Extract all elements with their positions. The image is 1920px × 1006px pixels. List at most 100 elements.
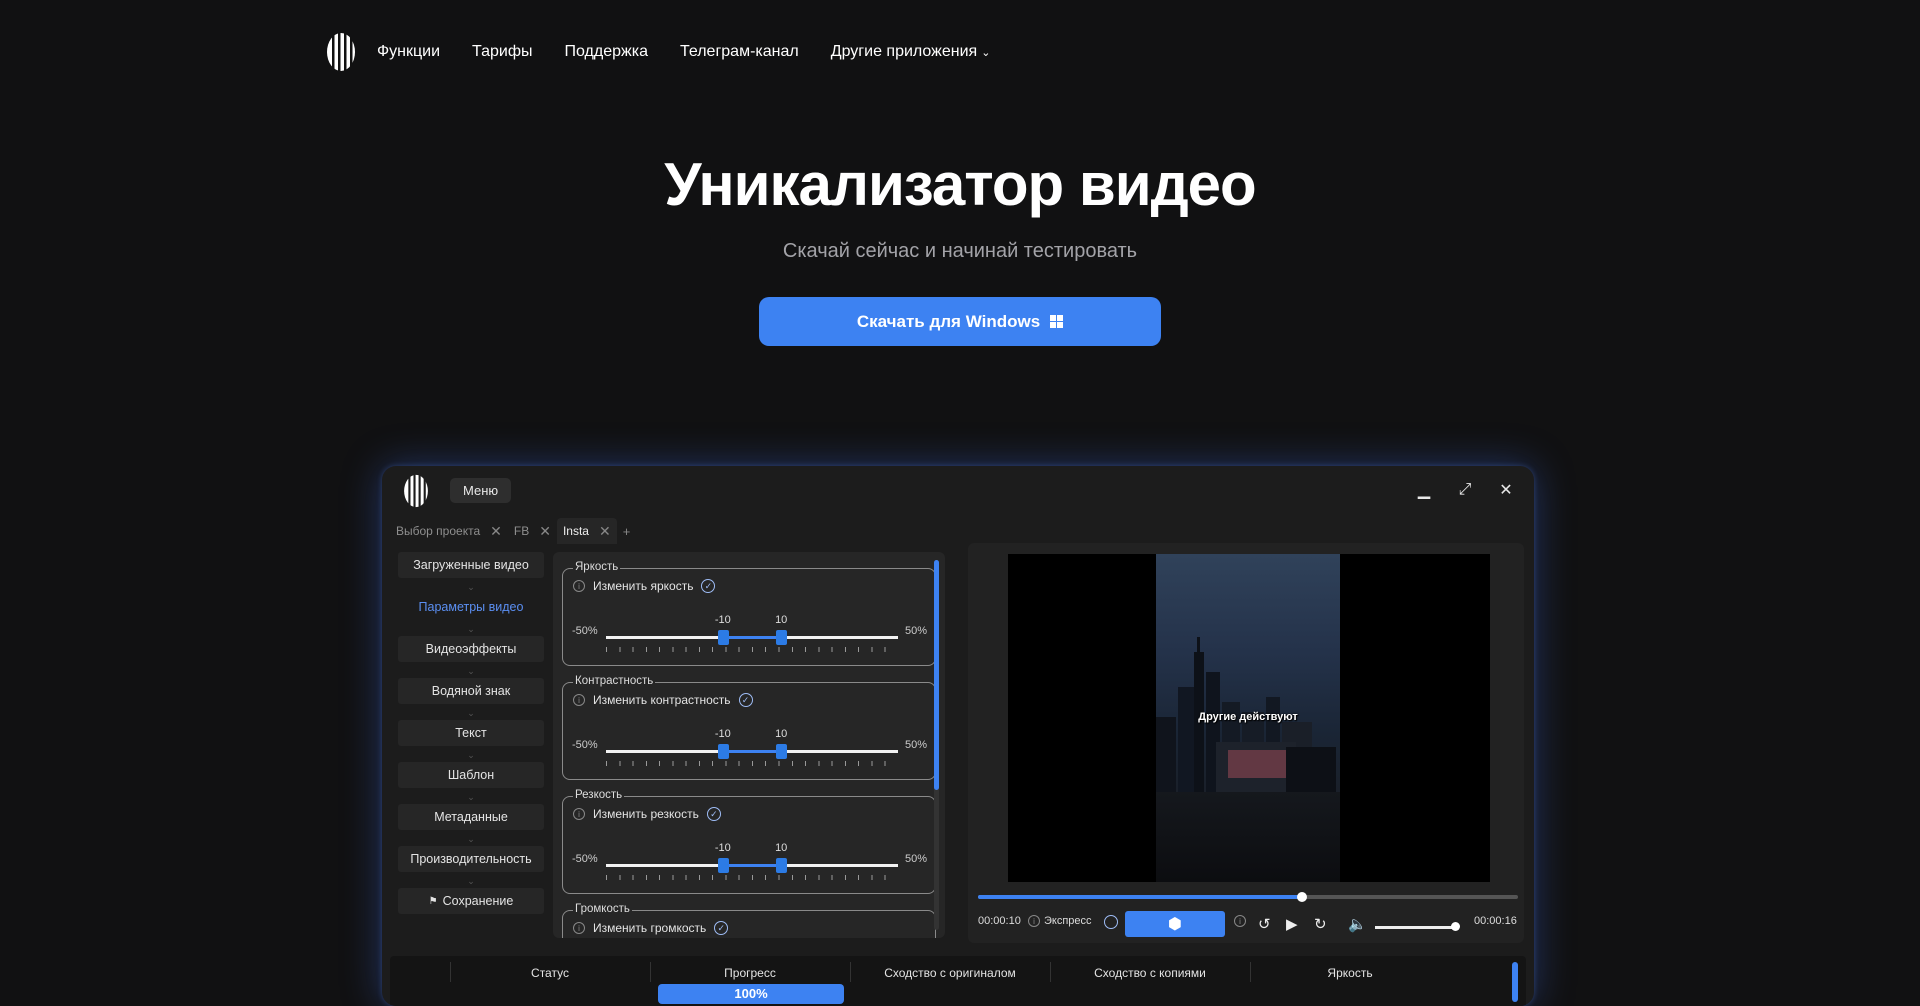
sidebar-item-uploaded-videos[interactable]: Загруженные видео ⌄ — [398, 552, 544, 592]
close-icon[interactable]: ✕ — [539, 523, 551, 540]
nav-telegram[interactable]: Телеграм-канал — [680, 43, 799, 61]
cube-icon: ⬢ — [1168, 916, 1182, 933]
high-value-label: 10 — [775, 614, 788, 626]
checkbox-label: Изменить громкость — [593, 921, 707, 935]
params-scrollbar[interactable] — [934, 560, 939, 930]
logo-icon[interactable] — [325, 32, 357, 72]
sidebar-item-text[interactable]: Текст ⌄ — [398, 720, 544, 760]
slider-low-handle[interactable] — [717, 858, 729, 873]
info-icon[interactable]: i — [1028, 915, 1040, 927]
brightness-checkbox-row[interactable]: i Изменить яркость ✓ — [573, 579, 716, 593]
sidebar-item-label: Параметры видео — [418, 600, 524, 614]
nav-other-apps-label: Другие приложения — [830, 43, 978, 60]
chevron-down-icon: ⌄ — [467, 708, 475, 718]
sidebar-item-label: Сохранение — [442, 894, 514, 908]
maximize-icon[interactable]: ⤢ — [1453, 478, 1477, 502]
range-slider-track[interactable] — [606, 750, 898, 753]
nav-features[interactable]: Функции — [377, 43, 440, 61]
check-icon[interactable]: ✓ — [738, 693, 753, 707]
info-icon[interactable]: i — [1234, 915, 1246, 927]
scrollbar-thumb[interactable] — [934, 560, 939, 790]
tab-insta[interactable]: Insta ✕ — [556, 518, 617, 544]
current-time: 00:00:10 — [978, 915, 1021, 927]
check-icon[interactable]: ✓ — [706, 807, 721, 821]
nav-support[interactable]: Поддержка — [565, 43, 648, 61]
info-icon[interactable]: i — [573, 922, 585, 934]
contrast-checkbox-row[interactable]: i Изменить контрастность ✓ — [573, 693, 753, 707]
column-header-brightness[interactable]: Яркость — [1250, 966, 1450, 980]
column-header-status[interactable]: Статус — [450, 966, 650, 980]
app-sidebar: Загруженные видео ⌄ Параметры видео ⌄ Виде… — [398, 552, 544, 930]
seek-bar[interactable] — [978, 892, 1518, 902]
slider-low-handle[interactable] — [717, 744, 729, 759]
sharpness-checkbox-row[interactable]: i Изменить резкость ✓ — [573, 807, 721, 821]
check-icon[interactable]: ✓ — [714, 921, 729, 935]
info-icon[interactable]: i — [573, 694, 585, 706]
info-icon[interactable]: i — [573, 580, 585, 592]
sidebar-item-label: Загруженные видео — [413, 558, 529, 572]
sidebar-item-video-effects[interactable]: Видеоэффекты ⌄ — [398, 636, 544, 676]
range-slider-track[interactable] — [606, 636, 898, 639]
sidebar-item-label: Видеоэффекты — [425, 642, 517, 656]
menu-button[interactable]: Меню — [450, 478, 512, 503]
tab-fb[interactable]: FB ✕ — [508, 518, 557, 544]
project-tabs: Выбор проекта ✕ FB ✕ Insta ✕ + — [390, 518, 630, 544]
slider-high-handle[interactable] — [776, 630, 788, 645]
sidebar-item-performance[interactable]: Производительность ⌄ — [398, 846, 544, 886]
slider-low-handle[interactable] — [717, 630, 729, 645]
group-title: Яркость — [573, 561, 621, 573]
slider-ticks — [606, 647, 898, 652]
group-title: Контрастность — [573, 675, 656, 687]
slider-ticks — [606, 761, 898, 766]
seek-progress — [978, 895, 1302, 899]
sidebar-item-label: Производительность — [410, 852, 532, 866]
volume-checkbox-row[interactable]: i Изменить громкость ✓ — [573, 921, 729, 935]
close-icon[interactable]: ✕ — [1494, 478, 1518, 502]
minimize-icon[interactable]: ▁ — [1412, 478, 1436, 502]
video-frame: Другие действуют — [1156, 554, 1340, 882]
play-icon[interactable]: ▶ — [1286, 915, 1298, 933]
sidebar-item-watermark[interactable]: Водяной знак ⌄ — [398, 678, 544, 718]
column-header-similarity-original[interactable]: Сходство с оригиналом — [850, 966, 1050, 980]
contrast-group: Контрастность i Изменить контрастность ✓… — [562, 675, 936, 780]
video-viewport[interactable]: Другие действуют — [1008, 554, 1490, 882]
process-button[interactable]: ⬢ — [1125, 911, 1225, 937]
slider-high-handle[interactable] — [776, 858, 788, 873]
volume-group: Громкость i Изменить громкость ✓ — [562, 903, 936, 938]
chevron-down-icon: ⌄ — [467, 666, 475, 676]
column-header-progress[interactable]: Прогресс — [650, 966, 850, 980]
tab-project-select[interactable]: Выбор проекта ✕ — [390, 518, 508, 544]
sidebar-item-metadata[interactable]: Метаданные ⌄ — [398, 804, 544, 844]
nav-other-apps[interactable]: Другие приложения ⌄ — [831, 43, 991, 61]
sidebar-item-video-params[interactable]: Параметры видео ⌄ — [398, 594, 544, 634]
video-subtitle-text: Другие действуют — [1198, 711, 1298, 723]
player-controls: 00:00:10 i Экспресс ⬢ i ↺ ▶ ↻ 🔈 00:00:16 — [978, 911, 1518, 939]
info-icon[interactable]: i — [573, 808, 585, 820]
max-label: 50% — [904, 739, 927, 751]
sidebar-item-template[interactable]: Шаблон ⌄ — [398, 762, 544, 802]
table-scrollbar[interactable] — [1512, 962, 1518, 1002]
progress-badge: 100% — [658, 984, 844, 1004]
volume-slider[interactable] — [1375, 926, 1455, 929]
close-icon[interactable]: ✕ — [490, 523, 502, 540]
volume-handle[interactable] — [1451, 922, 1460, 931]
range-slider-track[interactable] — [606, 864, 898, 867]
nav-pricing[interactable]: Тарифы — [472, 43, 532, 61]
replay-forward-icon[interactable]: ↻ — [1314, 915, 1327, 933]
add-tab-button[interactable]: + — [623, 524, 631, 539]
chevron-down-icon: ⌄ — [467, 624, 475, 634]
volume-icon[interactable]: 🔈 — [1348, 915, 1367, 933]
video-params-panel: Яркость i Изменить яркость ✓ -50% 50% -1… — [553, 552, 945, 938]
check-icon[interactable]: ✓ — [701, 579, 716, 593]
sidebar-item-save[interactable]: ⚑ Сохранение — [398, 888, 544, 914]
close-icon[interactable]: ✕ — [599, 523, 611, 540]
slider-high-handle[interactable] — [776, 744, 788, 759]
column-header-similarity-copies[interactable]: Сходство с копиями — [1050, 966, 1250, 980]
replay-back-icon[interactable]: ↺ — [1258, 915, 1271, 933]
seek-handle[interactable] — [1297, 892, 1307, 902]
max-label: 50% — [904, 625, 927, 637]
sidebar-item-label: Водяной знак — [431, 684, 511, 698]
windows-icon — [1050, 315, 1064, 328]
express-radio[interactable] — [1104, 915, 1118, 929]
download-windows-button[interactable]: Скачать для Windows — [759, 297, 1161, 346]
